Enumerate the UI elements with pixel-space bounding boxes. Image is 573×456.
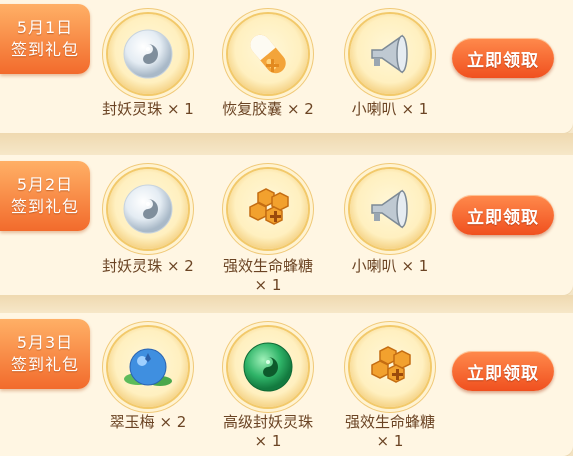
item-medal bbox=[350, 327, 430, 407]
item-label: 恢复胶囊 × 2 bbox=[222, 100, 314, 118]
honeycomb-candy-icon bbox=[371, 346, 411, 383]
item-medal bbox=[108, 14, 188, 94]
item-label: 翠玉梅 × 2 bbox=[109, 413, 187, 431]
green-orb-icon bbox=[243, 342, 293, 392]
date-tag: 5月1日 签到礼包 bbox=[0, 4, 90, 74]
item-medal bbox=[108, 169, 188, 249]
reward-item: 强效生命蜂糖 × 1 bbox=[330, 313, 450, 456]
item-label: 强效生命蜂糖 × 1 bbox=[344, 413, 435, 450]
reward-item: 恢复胶囊 × 2 bbox=[208, 0, 328, 130]
item-medal bbox=[350, 14, 430, 94]
item-medal bbox=[108, 327, 188, 407]
item-label: 强效生命蜂糖 × 1 bbox=[222, 257, 313, 294]
item-medal bbox=[228, 14, 308, 94]
item-label: 小喇叭 × 1 bbox=[351, 257, 429, 275]
jade-plum-icon bbox=[124, 348, 172, 386]
item-label: 小喇叭 × 1 bbox=[351, 100, 429, 118]
reward-item: 翠玉梅 × 2 bbox=[88, 313, 208, 456]
reward-item: 强效生命蜂糖 × 1 bbox=[208, 155, 328, 295]
honeycomb-candy-icon bbox=[249, 188, 289, 225]
reward-item: 小喇叭 × 1 bbox=[330, 0, 450, 130]
row-divider bbox=[0, 295, 573, 313]
gift-pack-label: 签到礼包 bbox=[10, 40, 79, 59]
reward-item: 封妖灵珠 × 1 bbox=[88, 0, 208, 130]
claim-button[interactable]: 立即领取 bbox=[452, 351, 554, 391]
item-medal bbox=[350, 169, 430, 249]
pearl-orb-icon bbox=[123, 184, 173, 234]
gift-row-day1: 5月1日 签到礼包 封妖灵珠 × 1 恢复胶囊 × 2 小喇叭 × 1 立即领取 bbox=[0, 0, 573, 133]
claim-button[interactable]: 立即领取 bbox=[452, 195, 554, 235]
date-label: 5月3日 bbox=[16, 333, 74, 352]
horn-icon bbox=[371, 189, 408, 229]
reward-item: 小喇叭 × 1 bbox=[330, 155, 450, 295]
item-label: 封妖灵珠 × 2 bbox=[102, 257, 194, 275]
gift-row-day2: 5月2日 签到礼包 封妖灵珠 × 2 强效生命蜂糖 × 1 小喇叭 × 1 立即… bbox=[0, 155, 573, 295]
capsule-icon bbox=[250, 34, 286, 74]
item-label: 高级封妖灵珠 × 1 bbox=[222, 413, 313, 450]
item-label: 封妖灵珠 × 1 bbox=[102, 100, 194, 118]
horn-icon bbox=[371, 34, 408, 74]
gift-row-day3: 5月3日 签到礼包 翠玉梅 × 2 高级封妖灵珠 × 1 强效生命蜂糖 × 1 … bbox=[0, 313, 573, 456]
date-label: 5月1日 bbox=[16, 18, 74, 37]
pearl-orb-icon bbox=[123, 29, 173, 79]
reward-item: 封妖灵珠 × 2 bbox=[88, 155, 208, 295]
gift-pack-label: 签到礼包 bbox=[10, 355, 79, 374]
gift-pack-label: 签到礼包 bbox=[10, 197, 79, 216]
date-label: 5月2日 bbox=[16, 175, 74, 194]
item-medal bbox=[228, 169, 308, 249]
row-divider bbox=[0, 133, 573, 155]
claim-button[interactable]: 立即领取 bbox=[452, 38, 554, 78]
date-tag: 5月3日 签到礼包 bbox=[0, 319, 90, 389]
reward-item: 高级封妖灵珠 × 1 bbox=[208, 313, 328, 456]
date-tag: 5月2日 签到礼包 bbox=[0, 161, 90, 231]
item-medal bbox=[228, 327, 308, 407]
